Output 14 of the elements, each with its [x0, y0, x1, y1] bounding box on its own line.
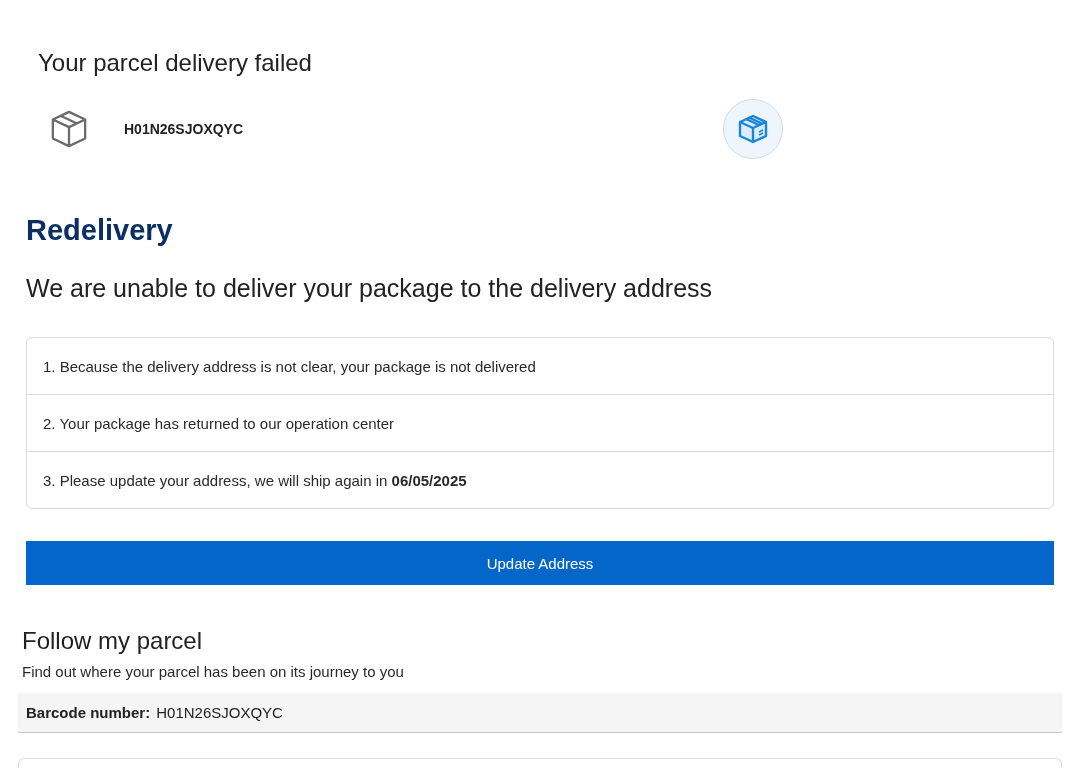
barcode-label: Barcode number:: [26, 704, 151, 721]
step-text: 1. Because the delivery address is not clear, your package is not delivered: [43, 357, 536, 375]
box-icon: [50, 110, 88, 148]
section-subtitle: We are unable to deliver your package to the delivery address: [26, 273, 713, 304]
follow-description: Find out where your parcel has been on its journey to you: [22, 662, 404, 682]
step-text: 2. Your package has returned to our operation center: [43, 414, 395, 432]
tracking-code: H01N26SJOXQYC: [124, 121, 244, 137]
step-text: 3. Please update your address, we will ship again in 06/05/2025: [43, 471, 467, 489]
barcode-value: H01N26SJOXQYC: [156, 704, 283, 721]
follow-title: Follow my parcel: [22, 626, 203, 656]
page-title: Your parcel delivery failed: [38, 48, 312, 78]
section-title: Redelivery: [26, 213, 173, 247]
parcel-icon: [723, 99, 783, 159]
update-address-button[interactable]: Update Address: [26, 541, 1054, 585]
